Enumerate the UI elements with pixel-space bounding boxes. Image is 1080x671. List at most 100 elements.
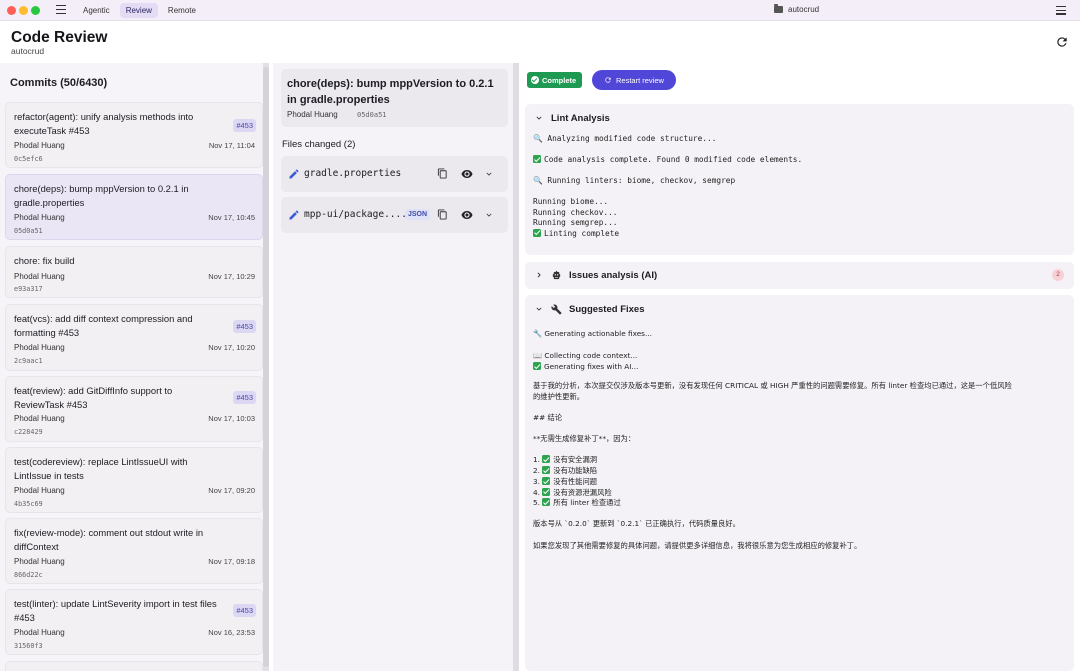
commit-hash: 31560f3 (14, 642, 43, 650)
lint-line: Linting complete (533, 228, 619, 238)
lint-line: 🔍 Running linters: biome, checkov, semgr… (533, 176, 736, 185)
check-circle-icon (531, 76, 539, 84)
eye-icon[interactable] (461, 210, 473, 220)
pencil-icon (289, 210, 299, 220)
restart-review-label: Restart review (616, 75, 664, 85)
minimize-window-button[interactable] (19, 6, 28, 15)
tab-agentic[interactable]: Agentic (77, 3, 116, 18)
copy-icon[interactable] (437, 168, 448, 179)
commit-author: Phodal Huang (14, 272, 65, 281)
window-titlebar: Agentic Review Remote autocrud (0, 0, 1080, 21)
issue-badge: #453 (233, 604, 256, 617)
check-icon (542, 466, 551, 474)
copy-icon[interactable] (437, 209, 448, 220)
chevron-down-icon[interactable] (484, 169, 494, 179)
commit-author: Phodal Huang (14, 557, 65, 566)
commit-item[interactable]: fix(review-mode): comment out stdout wri… (5, 518, 263, 584)
fix-line: **无需生成修复补丁**，因为： (533, 434, 636, 443)
issue-badge: #453 (233, 391, 256, 404)
commit-detail-panel: chore(deps): bump mppVersion to 0.2.1 in… (273, 63, 514, 671)
commit-title: fix(review-mode): comment out stdout wri… (14, 527, 204, 552)
commit-author: Phodal Huang (14, 628, 65, 637)
commits-panel: Commits (50/6430) refactor(agent): unify… (0, 63, 269, 671)
commit-hash: e93a317 (14, 285, 43, 293)
check-icon (542, 498, 551, 506)
commit-hash: 0c5efc6 (14, 155, 43, 163)
fix-line: 📖 Collecting code context... (533, 351, 638, 360)
fix-line: 的维护性更新。 (533, 392, 585, 401)
commit-detail-hash: 05d0a51 (357, 111, 387, 119)
commit-hash: 866d22c (14, 571, 43, 579)
commit-item[interactable]: feat(review): add GitDiffInfo support to… (5, 376, 263, 442)
page-title: Code Review (11, 29, 108, 46)
restart-review-button[interactable]: Restart review (592, 70, 676, 90)
commit-date: Nov 17, 11:04 (208, 141, 255, 150)
commit-date: Nov 17, 10:03 (208, 414, 255, 423)
commit-title: feat(review): add GitDiffInfo support to… (14, 385, 173, 410)
commit-author: Phodal Huang (14, 486, 65, 495)
commit-author: Phodal Huang (14, 343, 65, 352)
file-name: gradle.properties (304, 168, 402, 179)
lint-line: Code analysis complete. Found 0 modified… (533, 155, 802, 164)
commit-date: Nov 17, 10:29 (208, 272, 255, 281)
project-name: autocrud (788, 5, 820, 14)
maximize-window-button[interactable] (31, 6, 40, 15)
status-label: Complete (542, 75, 577, 85)
commit-item[interactable] (5, 661, 263, 671)
commit-item[interactable]: chore: fix build Phodal Huang Nov 17, 10… (5, 246, 263, 298)
robot-icon (552, 270, 561, 279)
file-item[interactable]: gradle.properties (281, 156, 508, 192)
pencil-icon (289, 169, 299, 179)
fix-line: 🔧 Generating actionable fixes... (533, 329, 652, 338)
chevron-right-icon (537, 272, 541, 278)
menu-icon[interactable] (56, 5, 66, 15)
issues-analysis-title: Issues analysis (AI) (569, 269, 658, 281)
commit-date: Nov 17, 10:20 (208, 343, 255, 352)
commit-author: Phodal Huang (14, 414, 65, 423)
issues-analysis-header[interactable]: Issues analysis (AI) (534, 267, 657, 283)
tab-review[interactable]: Review (119, 3, 158, 18)
chevron-down-icon[interactable] (484, 210, 494, 220)
refresh-icon[interactable] (1055, 35, 1069, 49)
commit-hash: 05d0a51 (14, 227, 43, 235)
restart-icon (605, 77, 611, 83)
files-changed-heading: Files changed (2) (282, 139, 356, 150)
project-selector[interactable]: autocrud (774, 4, 820, 14)
lint-line: Running semgrep... (533, 218, 618, 227)
suggested-fixes-title: Suggested Fixes (569, 303, 645, 315)
close-window-button[interactable] (7, 6, 16, 15)
check-icon (542, 477, 551, 485)
check-icon (533, 155, 541, 163)
commit-item-selected[interactable]: chore(deps): bump mppVersion to 0.2.1 in… (5, 174, 263, 240)
commit-title: feat(vcs): add diff context compression … (14, 313, 193, 338)
check-icon (533, 362, 541, 370)
commit-title: test(linter): update LintSeverity import… (14, 598, 217, 623)
fix-list-item: 3. 没有性能问题 (533, 477, 598, 486)
lint-analysis-header[interactable]: Lint Analysis (534, 110, 610, 126)
issue-count-badge: 2 (1052, 269, 1064, 281)
commit-item[interactable]: test(linter): update LintSeverity import… (5, 589, 263, 655)
commit-date: Nov 16, 23:53 (208, 628, 255, 637)
commit-item[interactable]: refactor(agent): unify analysis methods … (5, 102, 263, 168)
wrench-icon (551, 304, 562, 315)
issues-analysis-section[interactable]: Issues analysis (AI) 2 (525, 262, 1074, 289)
page-header: Code Review autocrud (0, 21, 1080, 63)
status-badge: Complete (527, 72, 583, 88)
page-subtitle: autocrud (11, 46, 45, 56)
lint-line: 🔍 Analyzing modified code structure... (533, 134, 717, 143)
suggested-fixes-header[interactable]: Suggested Fixes (534, 301, 645, 317)
fix-list-item: 1. 没有安全漏洞 (533, 455, 598, 464)
commits-heading: Commits (50/6430) (10, 77, 108, 89)
lint-line: Running checkov... (533, 207, 618, 217)
fix-list-item: 2. 没有功能缺陷 (533, 466, 598, 475)
hamburger-icon[interactable] (1056, 6, 1066, 15)
commit-item[interactable]: feat(vcs): add diff context compression … (5, 304, 263, 371)
file-item[interactable]: mpp-ui/package.... JSON (281, 197, 508, 233)
eye-icon[interactable] (461, 169, 473, 179)
commit-hash: 4b35c69 (14, 500, 43, 508)
commit-item[interactable]: test(codereview): replace LintIssueUI wi… (5, 447, 263, 513)
commit-author: Phodal Huang (14, 213, 65, 222)
suggested-fixes-section: Suggested Fixes 🔧 Generating actionable … (525, 295, 1074, 671)
tab-remote[interactable]: Remote (162, 3, 202, 18)
lint-analysis-section: Lint Analysis 🔍 Analyzing modified code … (525, 104, 1074, 255)
